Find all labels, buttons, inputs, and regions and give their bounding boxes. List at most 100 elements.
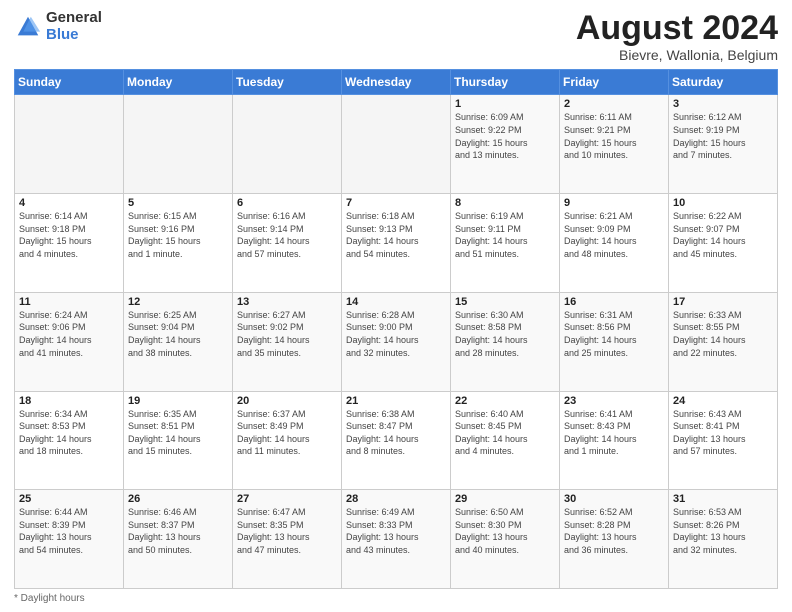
title-section: August 2024 Bievre, Wallonia, Belgium (576, 10, 778, 63)
calendar-cell: 17Sunrise: 6:33 AM Sunset: 8:55 PM Dayli… (669, 292, 778, 391)
calendar-cell: 6Sunrise: 6:16 AM Sunset: 9:14 PM Daylig… (233, 194, 342, 293)
calendar-cell: 27Sunrise: 6:47 AM Sunset: 8:35 PM Dayli… (233, 490, 342, 589)
logo: General Blue (14, 10, 102, 43)
day-number: 22 (455, 395, 555, 407)
day-info: Sunrise: 6:11 AM Sunset: 9:21 PM Dayligh… (564, 111, 664, 161)
day-number: 26 (128, 493, 228, 505)
calendar-cell: 3Sunrise: 6:12 AM Sunset: 9:19 PM Daylig… (669, 95, 778, 194)
calendar-week-row: 11Sunrise: 6:24 AM Sunset: 9:06 PM Dayli… (15, 292, 778, 391)
calendar-cell: 8Sunrise: 6:19 AM Sunset: 9:11 PM Daylig… (451, 194, 560, 293)
day-number: 10 (673, 197, 773, 209)
day-number: 29 (455, 493, 555, 505)
calendar-cell: 5Sunrise: 6:15 AM Sunset: 9:16 PM Daylig… (124, 194, 233, 293)
day-number: 16 (564, 296, 664, 308)
header: General Blue August 2024 Bievre, Walloni… (14, 10, 778, 63)
day-number: 25 (19, 493, 119, 505)
day-info: Sunrise: 6:30 AM Sunset: 8:58 PM Dayligh… (455, 309, 555, 359)
day-number: 30 (564, 493, 664, 505)
page: General Blue August 2024 Bievre, Walloni… (0, 0, 792, 612)
day-info: Sunrise: 6:25 AM Sunset: 9:04 PM Dayligh… (128, 309, 228, 359)
calendar-cell: 30Sunrise: 6:52 AM Sunset: 8:28 PM Dayli… (560, 490, 669, 589)
calendar-cell: 29Sunrise: 6:50 AM Sunset: 8:30 PM Dayli… (451, 490, 560, 589)
calendar-cell (342, 95, 451, 194)
day-info: Sunrise: 6:37 AM Sunset: 8:49 PM Dayligh… (237, 408, 337, 458)
calendar-cell: 26Sunrise: 6:46 AM Sunset: 8:37 PM Dayli… (124, 490, 233, 589)
calendar-cell: 28Sunrise: 6:49 AM Sunset: 8:33 PM Dayli… (342, 490, 451, 589)
calendar-day-header: Friday (560, 70, 669, 95)
day-number: 31 (673, 493, 773, 505)
day-info: Sunrise: 6:41 AM Sunset: 8:43 PM Dayligh… (564, 408, 664, 458)
day-info: Sunrise: 6:44 AM Sunset: 8:39 PM Dayligh… (19, 506, 119, 556)
logo-general: General (46, 10, 102, 27)
calendar-cell: 9Sunrise: 6:21 AM Sunset: 9:09 PM Daylig… (560, 194, 669, 293)
day-number: 4 (19, 197, 119, 209)
day-number: 27 (237, 493, 337, 505)
calendar-cell: 15Sunrise: 6:30 AM Sunset: 8:58 PM Dayli… (451, 292, 560, 391)
day-info: Sunrise: 6:28 AM Sunset: 9:00 PM Dayligh… (346, 309, 446, 359)
calendar-day-header: Thursday (451, 70, 560, 95)
calendar-header-row: SundayMondayTuesdayWednesdayThursdayFrid… (15, 70, 778, 95)
day-info: Sunrise: 6:31 AM Sunset: 8:56 PM Dayligh… (564, 309, 664, 359)
calendar-cell: 13Sunrise: 6:27 AM Sunset: 9:02 PM Dayli… (233, 292, 342, 391)
calendar-cell: 12Sunrise: 6:25 AM Sunset: 9:04 PM Dayli… (124, 292, 233, 391)
day-info: Sunrise: 6:40 AM Sunset: 8:45 PM Dayligh… (455, 408, 555, 458)
calendar-day-header: Monday (124, 70, 233, 95)
day-info: Sunrise: 6:24 AM Sunset: 9:06 PM Dayligh… (19, 309, 119, 359)
day-info: Sunrise: 6:22 AM Sunset: 9:07 PM Dayligh… (673, 210, 773, 260)
day-info: Sunrise: 6:19 AM Sunset: 9:11 PM Dayligh… (455, 210, 555, 260)
calendar-day-header: Tuesday (233, 70, 342, 95)
day-info: Sunrise: 6:49 AM Sunset: 8:33 PM Dayligh… (346, 506, 446, 556)
logo-blue: Blue (46, 27, 102, 44)
day-number: 3 (673, 98, 773, 110)
calendar-week-row: 25Sunrise: 6:44 AM Sunset: 8:39 PM Dayli… (15, 490, 778, 589)
day-info: Sunrise: 6:52 AM Sunset: 8:28 PM Dayligh… (564, 506, 664, 556)
month-title: August 2024 (576, 10, 778, 47)
calendar-day-header: Saturday (669, 70, 778, 95)
calendar-cell: 22Sunrise: 6:40 AM Sunset: 8:45 PM Dayli… (451, 391, 560, 490)
day-number: 18 (19, 395, 119, 407)
calendar-cell: 11Sunrise: 6:24 AM Sunset: 9:06 PM Dayli… (15, 292, 124, 391)
calendar-day-header: Sunday (15, 70, 124, 95)
day-info: Sunrise: 6:34 AM Sunset: 8:53 PM Dayligh… (19, 408, 119, 458)
day-info: Sunrise: 6:43 AM Sunset: 8:41 PM Dayligh… (673, 408, 773, 458)
day-number: 11 (19, 296, 119, 308)
logo-text: General Blue (46, 10, 102, 43)
calendar-cell: 21Sunrise: 6:38 AM Sunset: 8:47 PM Dayli… (342, 391, 451, 490)
calendar-cell: 10Sunrise: 6:22 AM Sunset: 9:07 PM Dayli… (669, 194, 778, 293)
day-info: Sunrise: 6:33 AM Sunset: 8:55 PM Dayligh… (673, 309, 773, 359)
calendar-cell: 2Sunrise: 6:11 AM Sunset: 9:21 PM Daylig… (560, 95, 669, 194)
day-number: 6 (237, 197, 337, 209)
day-number: 23 (564, 395, 664, 407)
location: Bievre, Wallonia, Belgium (576, 47, 778, 63)
day-number: 14 (346, 296, 446, 308)
logo-icon (14, 13, 42, 41)
day-info: Sunrise: 6:14 AM Sunset: 9:18 PM Dayligh… (19, 210, 119, 260)
day-info: Sunrise: 6:53 AM Sunset: 8:26 PM Dayligh… (673, 506, 773, 556)
calendar-cell: 16Sunrise: 6:31 AM Sunset: 8:56 PM Dayli… (560, 292, 669, 391)
calendar-cell: 14Sunrise: 6:28 AM Sunset: 9:00 PM Dayli… (342, 292, 451, 391)
day-number: 2 (564, 98, 664, 110)
calendar-week-row: 18Sunrise: 6:34 AM Sunset: 8:53 PM Dayli… (15, 391, 778, 490)
calendar-week-row: 4Sunrise: 6:14 AM Sunset: 9:18 PM Daylig… (15, 194, 778, 293)
day-number: 15 (455, 296, 555, 308)
calendar-cell: 4Sunrise: 6:14 AM Sunset: 9:18 PM Daylig… (15, 194, 124, 293)
calendar-cell: 25Sunrise: 6:44 AM Sunset: 8:39 PM Dayli… (15, 490, 124, 589)
day-info: Sunrise: 6:09 AM Sunset: 9:22 PM Dayligh… (455, 111, 555, 161)
calendar-cell: 24Sunrise: 6:43 AM Sunset: 8:41 PM Dayli… (669, 391, 778, 490)
day-info: Sunrise: 6:27 AM Sunset: 9:02 PM Dayligh… (237, 309, 337, 359)
calendar-cell (233, 95, 342, 194)
day-number: 28 (346, 493, 446, 505)
calendar-cell (124, 95, 233, 194)
day-info: Sunrise: 6:47 AM Sunset: 8:35 PM Dayligh… (237, 506, 337, 556)
day-number: 13 (237, 296, 337, 308)
day-info: Sunrise: 6:46 AM Sunset: 8:37 PM Dayligh… (128, 506, 228, 556)
day-number: 17 (673, 296, 773, 308)
day-info: Sunrise: 6:50 AM Sunset: 8:30 PM Dayligh… (455, 506, 555, 556)
day-info: Sunrise: 6:38 AM Sunset: 8:47 PM Dayligh… (346, 408, 446, 458)
day-info: Sunrise: 6:35 AM Sunset: 8:51 PM Dayligh… (128, 408, 228, 458)
day-number: 5 (128, 197, 228, 209)
day-number: 24 (673, 395, 773, 407)
day-number: 9 (564, 197, 664, 209)
calendar-week-row: 1Sunrise: 6:09 AM Sunset: 9:22 PM Daylig… (15, 95, 778, 194)
day-info: Sunrise: 6:12 AM Sunset: 9:19 PM Dayligh… (673, 111, 773, 161)
